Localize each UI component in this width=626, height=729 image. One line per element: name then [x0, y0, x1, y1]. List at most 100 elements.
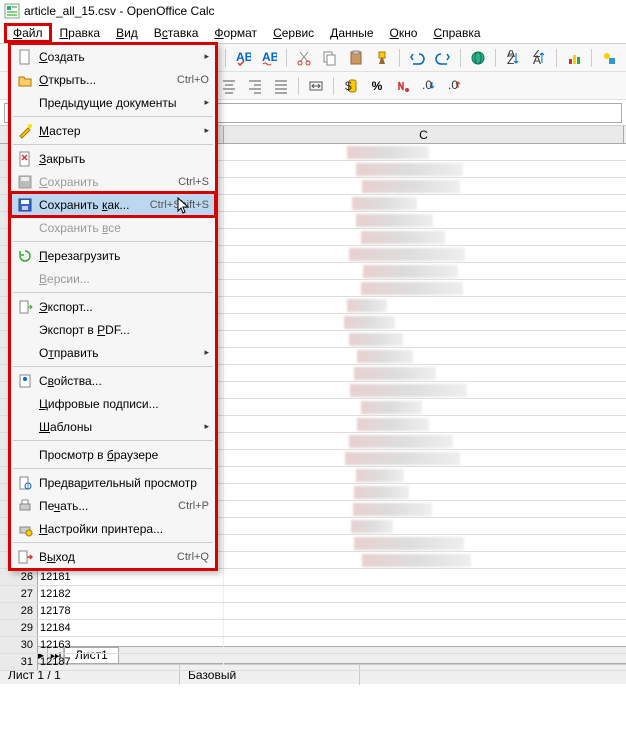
- menu-item-open[interactable]: Открыть... Ctrl+O: [11, 68, 215, 91]
- cell[interactable]: [224, 586, 624, 602]
- menu-item-reload[interactable]: Перезагрузить: [11, 244, 215, 267]
- sort-desc-button[interactable]: ZA: [528, 47, 550, 69]
- menu-view[interactable]: Вид: [108, 24, 146, 42]
- menu-help[interactable]: Справка: [425, 24, 488, 42]
- cell[interactable]: [224, 433, 624, 449]
- menu-item-print[interactable]: Печать... Ctrl+P: [11, 494, 215, 517]
- standard-format-button[interactable]: [392, 75, 414, 97]
- cell[interactable]: 12181: [38, 569, 224, 585]
- menu-item-printer-settings[interactable]: Настройки принтера...: [11, 517, 215, 540]
- cell[interactable]: [224, 195, 624, 211]
- add-decimal-button[interactable]: .0: [418, 75, 440, 97]
- cell[interactable]: [224, 399, 624, 415]
- paste-button[interactable]: [345, 47, 367, 69]
- cell[interactable]: [224, 161, 624, 177]
- cell[interactable]: [224, 280, 624, 296]
- format-paintbrush-button[interactable]: [371, 47, 393, 69]
- cell[interactable]: [224, 212, 624, 228]
- cell[interactable]: [224, 229, 624, 245]
- cell[interactable]: [224, 382, 624, 398]
- menu-item-export-pdf[interactable]: Экспорт в PDF...: [11, 318, 215, 341]
- menu-item-export[interactable]: Экспорт...: [11, 295, 215, 318]
- autospell-button[interactable]: ABC: [258, 47, 280, 69]
- menu-tools[interactable]: Сервис: [265, 24, 322, 42]
- menu-window[interactable]: Окно: [382, 24, 426, 42]
- percent-button[interactable]: %: [366, 75, 388, 97]
- cell[interactable]: [224, 365, 624, 381]
- column-header-c[interactable]: C: [224, 126, 624, 143]
- formula-input[interactable]: ID: [166, 103, 622, 123]
- menu-item-templates[interactable]: Шаблоны ▸: [11, 415, 215, 438]
- cell[interactable]: [224, 484, 624, 500]
- hyperlink-button[interactable]: [467, 47, 489, 69]
- cell[interactable]: [224, 263, 624, 279]
- menu-file[interactable]: Файл: [4, 23, 52, 43]
- cut-button[interactable]: [293, 47, 315, 69]
- table-row[interactable]: 3012163: [0, 637, 626, 654]
- menu-edit[interactable]: Правка: [52, 24, 109, 42]
- cell[interactable]: [224, 467, 624, 483]
- cell[interactable]: [224, 637, 624, 653]
- cell[interactable]: 12184: [38, 620, 224, 636]
- row-header[interactable]: 29: [0, 620, 38, 636]
- table-row[interactable]: 3112187: [0, 654, 626, 671]
- cell[interactable]: [224, 314, 624, 330]
- cell[interactable]: [224, 620, 624, 636]
- redo-button[interactable]: [432, 47, 454, 69]
- cell[interactable]: [224, 569, 624, 585]
- spellcheck-button[interactable]: ABC: [232, 47, 254, 69]
- cell[interactable]: [224, 297, 624, 313]
- menu-data[interactable]: Данные: [322, 24, 381, 42]
- cell[interactable]: [224, 518, 624, 534]
- row-header[interactable]: 30: [0, 637, 38, 653]
- menu-item-create[interactable]: Создать ▸: [11, 45, 215, 68]
- sort-asc-button[interactable]: AZ: [502, 47, 524, 69]
- menu-item-save-as[interactable]: Сохранить как... Ctrl+Shift+S: [11, 193, 215, 216]
- show-draw-button[interactable]: [598, 47, 620, 69]
- copy-button[interactable]: [319, 47, 341, 69]
- menu-insert[interactable]: Вставка: [146, 24, 207, 42]
- menu-item-close[interactable]: Закрыть: [11, 147, 215, 170]
- cell[interactable]: [224, 535, 624, 551]
- cell[interactable]: [224, 416, 624, 432]
- cell[interactable]: [224, 178, 624, 194]
- menu-item-wizard[interactable]: Мастер ▸: [11, 119, 215, 142]
- menu-item-preview-browser[interactable]: Просмотр в браузере: [11, 443, 215, 466]
- menu-format[interactable]: Формат: [206, 24, 265, 42]
- merge-cells-button[interactable]: [305, 75, 327, 97]
- align-right-button[interactable]: [244, 75, 266, 97]
- cell[interactable]: 12182: [38, 586, 224, 602]
- cell[interactable]: [224, 348, 624, 364]
- cell[interactable]: [224, 654, 624, 670]
- row-header[interactable]: 31: [0, 654, 38, 670]
- table-row[interactable]: 2612181: [0, 569, 626, 586]
- chart-button[interactable]: [563, 47, 585, 69]
- cell[interactable]: [224, 450, 624, 466]
- cell[interactable]: 12178: [38, 603, 224, 619]
- undo-button[interactable]: [406, 47, 428, 69]
- menu-item-properties[interactable]: Свойства...: [11, 369, 215, 392]
- cell[interactable]: 12163: [38, 637, 224, 653]
- align-center-button[interactable]: [218, 75, 240, 97]
- cell[interactable]: [224, 552, 624, 568]
- table-row[interactable]: 2912184: [0, 620, 626, 637]
- menu-item-print-preview[interactable]: Предварительный просмотр: [11, 471, 215, 494]
- cell[interactable]: [224, 246, 624, 262]
- row-header[interactable]: 27: [0, 586, 38, 602]
- cell[interactable]: [224, 331, 624, 347]
- menu-item-signatures[interactable]: Цифровые подписи...: [11, 392, 215, 415]
- cell[interactable]: 12187: [38, 654, 224, 670]
- align-justify-button[interactable]: [270, 75, 292, 97]
- currency-button[interactable]: $: [340, 75, 362, 97]
- row-header[interactable]: 26: [0, 569, 38, 585]
- cell[interactable]: [224, 603, 624, 619]
- remove-decimal-button[interactable]: .0: [444, 75, 466, 97]
- cell[interactable]: [224, 501, 624, 517]
- table-row[interactable]: 2712182: [0, 586, 626, 603]
- cell[interactable]: [224, 144, 624, 160]
- menu-item-send[interactable]: Отправить ▸: [11, 341, 215, 364]
- menu-item-exit[interactable]: Выход Ctrl+Q: [11, 545, 215, 568]
- table-row[interactable]: 2812178: [0, 603, 626, 620]
- menu-item-recent[interactable]: Предыдущие документы ▸: [11, 91, 215, 114]
- row-header[interactable]: 28: [0, 603, 38, 619]
